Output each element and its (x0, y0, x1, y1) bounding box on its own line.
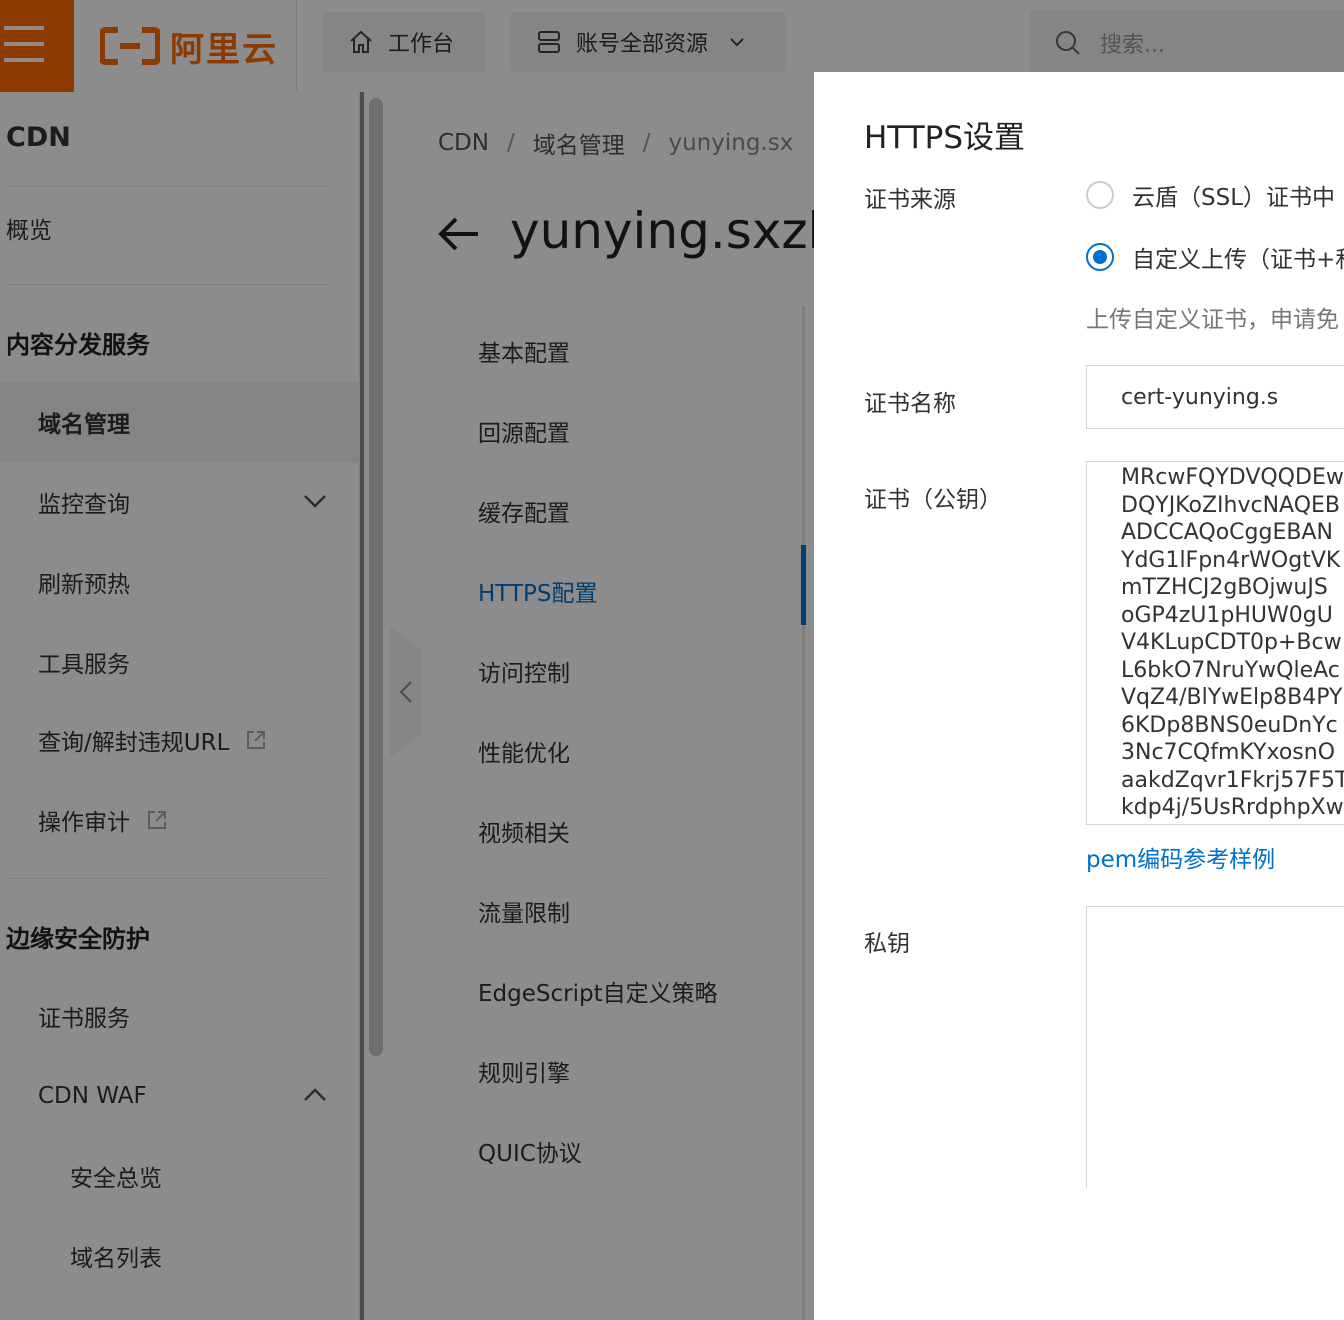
radio-ssl-cert[interactable]: 云盾（SSL）证书中 (1086, 178, 1335, 212)
cert-name-label: 证书名称 (864, 391, 956, 417)
cert-public-key-label: 证书（公钥） (864, 487, 1002, 513)
cert-public-key-textarea[interactable]: MRcwFQYDVQQDEw DQYJKoZIhvcNAQEB ADCCAQoC… (1086, 461, 1344, 825)
cert-name-input[interactable]: cert-yunying.s (1086, 365, 1344, 429)
private-key-textarea[interactable] (1086, 906, 1344, 1188)
cert-line: kdp4j/5UsRrdphpXw (1121, 795, 1344, 820)
https-settings-drawer: HTTPS设置 证书来源 云盾（SSL）证书中 自定义上传（证书+私 上传自定义… (814, 72, 1344, 1320)
cert-line: mTZHCJ2gBOjwuJS (1121, 575, 1328, 600)
cert-line: oGP4zU1pHUW0gU (1121, 602, 1333, 628)
radio-custom-upload[interactable]: 自定义上传（证书+私 (1086, 240, 1344, 274)
cert-source-label: 证书来源 (864, 187, 956, 213)
cert-line: ADCCAQoCggEBAN (1121, 520, 1333, 545)
private-key-label: 私钥 (864, 931, 910, 957)
drawer-title: HTTPS设置 (864, 120, 1026, 156)
cert-line: V4KLupCDT0p+Bcw (1121, 630, 1342, 655)
cert-line: aakdZqvr1Fkrj57F5T (1121, 767, 1344, 793)
cert-line: 3Nc7CQfmKYxosnO (1121, 740, 1336, 765)
cert-line: 6KDp8BNS0euDnYc (1121, 712, 1338, 738)
cert-line: MRcwFQYDVQQDEw (1121, 465, 1344, 490)
cert-line: VqZ4/BlYwElp8B4PY (1121, 685, 1343, 710)
cert-line: YdG1lFpn4rWOgtVK (1121, 547, 1341, 573)
helper-text: 上传自定义证书，申请免 (1086, 307, 1339, 333)
radio-circle-checked (1086, 243, 1114, 271)
cert-name-value: cert-yunying.s (1121, 384, 1279, 410)
radio-ssl-label: 云盾（SSL）证书中 (1132, 185, 1336, 211)
cert-line: L6bkO7NruYwQleAc (1121, 657, 1340, 683)
radio-circle (1086, 181, 1114, 209)
cert-line: DQYJKoZIhvcNAQEB (1121, 492, 1341, 518)
pem-example-link[interactable]: pem编码参考样例 (1086, 840, 1275, 874)
radio-custom-label: 自定义上传（证书+私 (1132, 247, 1344, 273)
